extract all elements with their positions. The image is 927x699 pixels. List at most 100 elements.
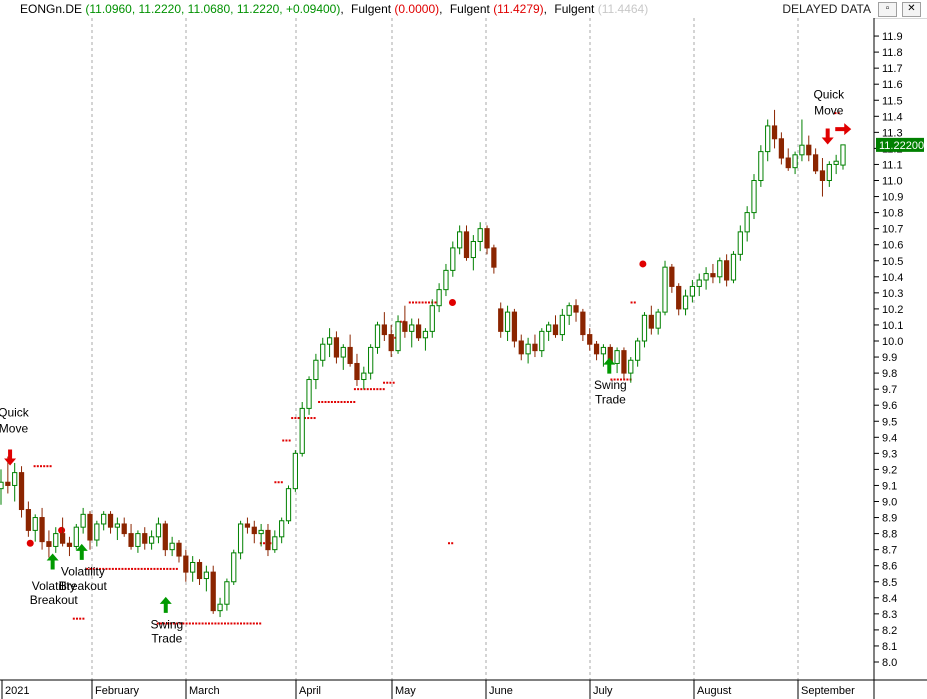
stop-dot bbox=[360, 388, 363, 391]
stop-dot bbox=[185, 622, 188, 625]
candle-body bbox=[457, 231, 463, 249]
candle-body bbox=[87, 513, 93, 541]
candle-body bbox=[635, 340, 641, 361]
candle-body bbox=[552, 324, 559, 336]
candle-body bbox=[840, 144, 846, 166]
candle-body bbox=[94, 523, 100, 541]
month-label: August bbox=[697, 685, 731, 697]
candle-body bbox=[361, 372, 367, 381]
price-tick-label: 10.3 bbox=[882, 288, 903, 300]
stop-dot bbox=[115, 567, 118, 570]
stop-dot bbox=[428, 301, 430, 304]
price-tick-label: 8.0 bbox=[882, 657, 897, 669]
candle-body bbox=[148, 536, 155, 544]
candle-body bbox=[388, 334, 394, 352]
candle-body bbox=[758, 151, 764, 181]
stop-dot bbox=[124, 567, 127, 570]
price-chart[interactable]: QuickMoveVolatilityBreakoutVolatilityBre… bbox=[0, 18, 927, 699]
stop-dot bbox=[392, 381, 395, 384]
candle-body bbox=[682, 295, 689, 310]
stop-dot bbox=[346, 400, 349, 403]
candle-body bbox=[169, 542, 175, 551]
candle-body bbox=[32, 517, 38, 531]
signal-label: Move bbox=[0, 421, 28, 435]
stop-dot bbox=[421, 301, 424, 304]
candle-body bbox=[59, 533, 66, 544]
stop-dot bbox=[156, 567, 159, 570]
candle-body bbox=[525, 343, 531, 355]
price-tick-label: 8.8 bbox=[882, 529, 897, 541]
candle-body bbox=[443, 269, 449, 291]
stop-dot bbox=[195, 622, 198, 625]
candle-body bbox=[785, 157, 791, 169]
price-tick-label: 10.6 bbox=[882, 240, 903, 252]
stop-dot bbox=[147, 567, 150, 570]
candle-body bbox=[737, 231, 743, 255]
candle-body bbox=[265, 529, 271, 551]
candle-body bbox=[491, 247, 497, 268]
candle-body bbox=[12, 472, 18, 486]
price-tick-label: 8.5 bbox=[882, 577, 897, 589]
stop-dot bbox=[412, 301, 414, 304]
stop-dot bbox=[111, 567, 114, 570]
stop-dot bbox=[150, 567, 153, 570]
stop-dot bbox=[224, 622, 226, 625]
stop-dot bbox=[448, 542, 450, 545]
candle-body bbox=[53, 533, 59, 547]
stop-dot bbox=[143, 567, 146, 570]
last-price-label: 11.22200 bbox=[879, 140, 924, 152]
stop-dot bbox=[153, 567, 156, 570]
price-tick-label: 10.0 bbox=[882, 336, 903, 348]
candle-body bbox=[655, 311, 661, 329]
candle-body bbox=[244, 523, 251, 528]
stop-dot bbox=[82, 617, 85, 620]
candle-body bbox=[381, 324, 387, 336]
candle-body bbox=[203, 571, 209, 580]
signal-label: Quick bbox=[0, 405, 30, 419]
stop-dot bbox=[383, 381, 386, 384]
stop-dot bbox=[297, 417, 300, 420]
stop-dot bbox=[137, 567, 140, 570]
indicator3-name: Fulgent bbox=[554, 2, 595, 16]
stop-dot bbox=[188, 622, 191, 625]
close-icon[interactable]: ✕ bbox=[902, 2, 921, 17]
price-tick-label: 9.0 bbox=[882, 497, 897, 509]
stop-dot bbox=[169, 567, 172, 570]
price-tick-label: 11.0 bbox=[882, 176, 903, 188]
stop-dot bbox=[418, 301, 421, 304]
price-tick-label: 11.5 bbox=[882, 95, 903, 107]
candle-body bbox=[18, 472, 25, 511]
candle-body bbox=[368, 346, 374, 374]
price-tick-label: 10.1 bbox=[882, 320, 903, 332]
symbol-label: EONGn.DE bbox=[20, 2, 83, 16]
candle-body bbox=[621, 350, 627, 374]
stop-dot bbox=[327, 400, 330, 403]
stop-dot bbox=[633, 301, 636, 304]
candle-body bbox=[135, 533, 141, 547]
stop-dot bbox=[236, 622, 239, 625]
candle-body bbox=[183, 555, 189, 573]
candle-body bbox=[162, 523, 168, 551]
candle-body bbox=[580, 311, 586, 336]
candle-body bbox=[751, 180, 757, 214]
signal-label: Volatility bbox=[61, 564, 105, 578]
indicator1-name: Fulgent bbox=[351, 2, 392, 16]
stop-dot bbox=[324, 400, 327, 403]
stop-dot bbox=[294, 417, 297, 420]
ohlc-values: (11.0960, 11.2220, 11.0680, 11.2220, +0.… bbox=[85, 2, 341, 16]
stop-dot bbox=[134, 567, 137, 570]
month-label: February bbox=[95, 685, 140, 697]
stop-dot bbox=[291, 417, 294, 420]
price-tick-label: 11.9 bbox=[882, 31, 903, 43]
restore-icon[interactable]: ▫ bbox=[878, 2, 897, 17]
price-tick-label: 10.7 bbox=[882, 224, 903, 236]
stop-dot bbox=[121, 567, 124, 570]
indicator2-name: Fulgent bbox=[449, 2, 490, 16]
month-label: July bbox=[593, 685, 613, 697]
candle-body bbox=[190, 561, 196, 573]
price-tick-label: 8.2 bbox=[882, 625, 897, 637]
price-tick-label: 9.6 bbox=[882, 400, 897, 412]
chart-title-bar: EONGn.DE (11.0960, 11.2220, 11.0680, 11.… bbox=[0, 0, 927, 19]
candle-body bbox=[285, 488, 292, 522]
candle-body bbox=[374, 324, 381, 348]
